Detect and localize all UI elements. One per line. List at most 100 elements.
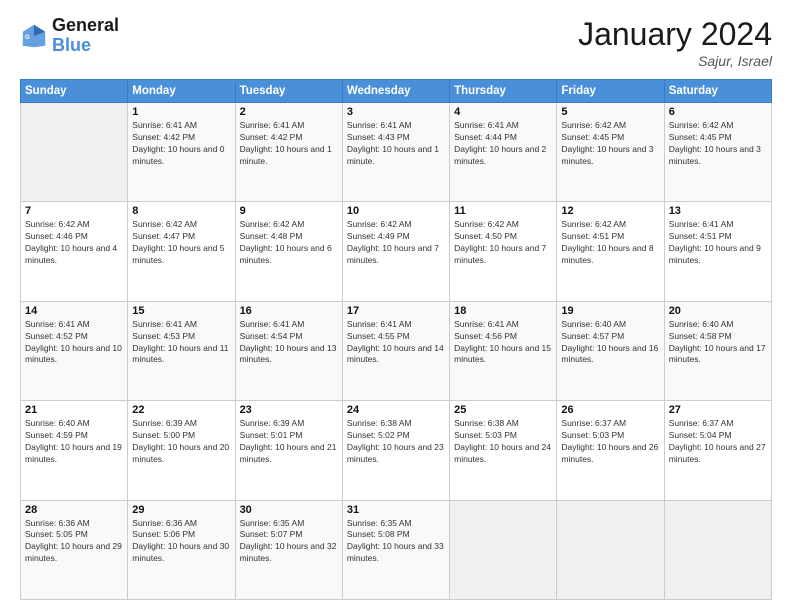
calendar-cell — [557, 500, 664, 599]
calendar-cell: 4 Sunrise: 6:41 AMSunset: 4:44 PMDaylight… — [450, 103, 557, 202]
day-number: 17 — [347, 305, 445, 317]
day-info: Sunrise: 6:40 AMSunset: 4:58 PMDaylight:… — [669, 319, 767, 367]
day-number: 27 — [669, 404, 767, 416]
day-info: Sunrise: 6:40 AMSunset: 4:59 PMDaylight:… — [25, 418, 123, 466]
day-info: Sunrise: 6:41 AMSunset: 4:42 PMDaylight:… — [132, 120, 230, 168]
calendar-cell — [664, 500, 771, 599]
day-info: Sunrise: 6:42 AMSunset: 4:51 PMDaylight:… — [561, 219, 659, 267]
day-number: 28 — [25, 504, 123, 516]
day-number: 12 — [561, 205, 659, 217]
day-info: Sunrise: 6:41 AMSunset: 4:44 PMDaylight:… — [454, 120, 552, 168]
day-number: 1 — [132, 106, 230, 118]
calendar-cell: 8 Sunrise: 6:42 AMSunset: 4:47 PMDaylight… — [128, 202, 235, 301]
day-number: 7 — [25, 205, 123, 217]
day-number: 23 — [240, 404, 338, 416]
calendar-cell: 19 Sunrise: 6:40 AMSunset: 4:57 PMDayligh… — [557, 301, 664, 400]
calendar-cell: 16 Sunrise: 6:41 AMSunset: 4:54 PMDayligh… — [235, 301, 342, 400]
day-info: Sunrise: 6:37 AMSunset: 5:03 PMDaylight:… — [561, 418, 659, 466]
day-number: 19 — [561, 305, 659, 317]
day-number: 18 — [454, 305, 552, 317]
day-number: 31 — [347, 504, 445, 516]
day-number: 20 — [669, 305, 767, 317]
svg-text:G: G — [25, 34, 30, 41]
day-info: Sunrise: 6:41 AMSunset: 4:55 PMDaylight:… — [347, 319, 445, 367]
day-number: 29 — [132, 504, 230, 516]
day-number: 10 — [347, 205, 445, 217]
day-info: Sunrise: 6:35 AMSunset: 5:07 PMDaylight:… — [240, 518, 338, 566]
day-number: 24 — [347, 404, 445, 416]
calendar-week-row: 21Sunrise: 6:40 AMSunset: 4:59 PMDayligh… — [21, 401, 772, 500]
calendar-cell: 21Sunrise: 6:40 AMSunset: 4:59 PMDayligh… — [21, 401, 128, 500]
day-info: Sunrise: 6:40 AMSunset: 4:57 PMDaylight:… — [561, 319, 659, 367]
day-info: Sunrise: 6:38 AMSunset: 5:02 PMDaylight:… — [347, 418, 445, 466]
weekday-header: Saturday — [664, 80, 771, 103]
day-number: 3 — [347, 106, 445, 118]
calendar-cell: 15 Sunrise: 6:41 AMSunset: 4:53 PMDayligh… — [128, 301, 235, 400]
day-info: Sunrise: 6:39 AMSunset: 5:00 PMDaylight:… — [132, 418, 230, 466]
logo-line1: General — [52, 16, 119, 36]
calendar-cell: 3 Sunrise: 6:41 AMSunset: 4:43 PMDaylight… — [342, 103, 449, 202]
page: G General Blue January 2024 Sajur, Israe… — [0, 0, 792, 612]
day-number: 2 — [240, 106, 338, 118]
weekday-header: Wednesday — [342, 80, 449, 103]
header: G General Blue January 2024 Sajur, Israe… — [20, 16, 772, 69]
day-number: 6 — [669, 106, 767, 118]
weekday-header: Sunday — [21, 80, 128, 103]
day-info: Sunrise: 6:42 AMSunset: 4:48 PMDaylight:… — [240, 219, 338, 267]
day-info: Sunrise: 6:42 AMSunset: 4:46 PMDaylight:… — [25, 219, 123, 267]
calendar-cell: 29 Sunrise: 6:36 AMSunset: 5:06 PMDayligh… — [128, 500, 235, 599]
title-area: January 2024 Sajur, Israel — [578, 16, 772, 69]
calendar-cell: 14 Sunrise: 6:41 AMSunset: 4:52 PMDayligh… — [21, 301, 128, 400]
calendar-table: SundayMondayTuesdayWednesdayThursdayFrid… — [20, 79, 772, 600]
day-number: 13 — [669, 205, 767, 217]
calendar-cell: 27 Sunrise: 6:37 AMSunset: 5:04 PMDayligh… — [664, 401, 771, 500]
day-number: 8 — [132, 205, 230, 217]
day-info: Sunrise: 6:38 AMSunset: 5:03 PMDaylight:… — [454, 418, 552, 466]
day-number: 15 — [132, 305, 230, 317]
day-info: Sunrise: 6:42 AMSunset: 4:50 PMDaylight:… — [454, 219, 552, 267]
calendar-cell: 5 Sunrise: 6:42 AMSunset: 4:45 PMDaylight… — [557, 103, 664, 202]
day-info: Sunrise: 6:41 AMSunset: 4:53 PMDaylight:… — [132, 319, 230, 367]
calendar-cell: 26 Sunrise: 6:37 AMSunset: 5:03 PMDayligh… — [557, 401, 664, 500]
calendar-cell: 23 Sunrise: 6:39 AMSunset: 5:01 PMDayligh… — [235, 401, 342, 500]
calendar-cell: 18Sunrise: 6:41 AMSunset: 4:56 PMDayligh… — [450, 301, 557, 400]
weekday-header: Tuesday — [235, 80, 342, 103]
day-info: Sunrise: 6:41 AMSunset: 4:42 PMDaylight:… — [240, 120, 338, 168]
calendar-cell: 11Sunrise: 6:42 AMSunset: 4:50 PMDayligh… — [450, 202, 557, 301]
day-info: Sunrise: 6:42 AMSunset: 4:49 PMDaylight:… — [347, 219, 445, 267]
day-number: 26 — [561, 404, 659, 416]
day-number: 30 — [240, 504, 338, 516]
calendar-cell: 25 Sunrise: 6:38 AMSunset: 5:03 PMDayligh… — [450, 401, 557, 500]
day-number: 16 — [240, 305, 338, 317]
weekday-header: Monday — [128, 80, 235, 103]
day-number: 4 — [454, 106, 552, 118]
day-info: Sunrise: 6:41 AMSunset: 4:52 PMDaylight:… — [25, 319, 123, 367]
calendar-cell — [450, 500, 557, 599]
day-number: 14 — [25, 305, 123, 317]
calendar-week-row: 14 Sunrise: 6:41 AMSunset: 4:52 PMDayligh… — [21, 301, 772, 400]
weekday-header: Thursday — [450, 80, 557, 103]
weekday-header-row: SundayMondayTuesdayWednesdayThursdayFrid… — [21, 80, 772, 103]
day-number: 25 — [454, 404, 552, 416]
calendar-week-row: 28Sunrise: 6:36 AMSunset: 5:05 PMDayligh… — [21, 500, 772, 599]
day-info: Sunrise: 6:37 AMSunset: 5:04 PMDaylight:… — [669, 418, 767, 466]
logo: G General Blue — [20, 16, 119, 56]
calendar-cell: 6 Sunrise: 6:42 AMSunset: 4:45 PMDaylight… — [664, 103, 771, 202]
logo-line2: Blue — [52, 36, 119, 56]
calendar-cell — [21, 103, 128, 202]
calendar-cell: 7 Sunrise: 6:42 AMSunset: 4:46 PMDaylight… — [21, 202, 128, 301]
day-info: Sunrise: 6:39 AMSunset: 5:01 PMDaylight:… — [240, 418, 338, 466]
calendar-cell: 12 Sunrise: 6:42 AMSunset: 4:51 PMDayligh… — [557, 202, 664, 301]
logo-icon: G — [20, 22, 48, 50]
day-info: Sunrise: 6:41 AMSunset: 4:54 PMDaylight:… — [240, 319, 338, 367]
day-info: Sunrise: 6:42 AMSunset: 4:45 PMDaylight:… — [669, 120, 767, 168]
calendar-cell: 28Sunrise: 6:36 AMSunset: 5:05 PMDayligh… — [21, 500, 128, 599]
day-info: Sunrise: 6:42 AMSunset: 4:47 PMDaylight:… — [132, 219, 230, 267]
day-info: Sunrise: 6:41 AMSunset: 4:51 PMDaylight:… — [669, 219, 767, 267]
day-number: 5 — [561, 106, 659, 118]
day-info: Sunrise: 6:42 AMSunset: 4:45 PMDaylight:… — [561, 120, 659, 168]
day-number: 22 — [132, 404, 230, 416]
day-info: Sunrise: 6:41 AMSunset: 4:43 PMDaylight:… — [347, 120, 445, 168]
calendar-cell: 13 Sunrise: 6:41 AMSunset: 4:51 PMDayligh… — [664, 202, 771, 301]
day-info: Sunrise: 6:36 AMSunset: 5:06 PMDaylight:… — [132, 518, 230, 566]
